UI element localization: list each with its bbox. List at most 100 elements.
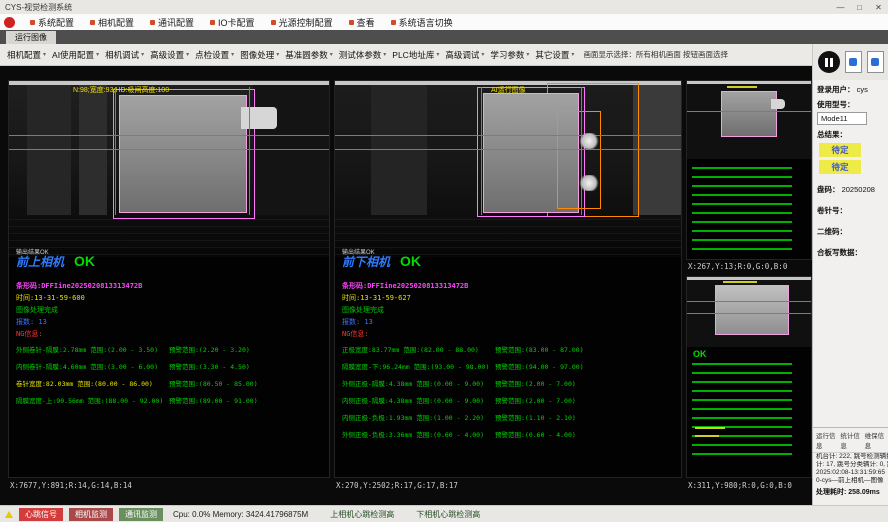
toolbar-other-settings[interactable]: 其它设置▾: [532, 47, 577, 63]
menu-item-camera-config[interactable]: 相机配置: [82, 16, 142, 29]
menu-item-icon: [271, 20, 276, 25]
warn-range: 预警范围:(2.00 - 7.00): [495, 395, 576, 405]
camera-image-front-upper[interactable]: N:98;宽度:93;HD:吸闸高度:100: [9, 81, 329, 257]
bright-spot: [579, 133, 599, 149]
warn-range: 预警范围:(1.10 - 2.10): [495, 412, 576, 422]
chevron-down-icon: ▾: [43, 51, 46, 58]
detected-cell-part: [721, 91, 777, 137]
machine-structure: [335, 219, 681, 257]
measure-line-green: [687, 301, 811, 302]
stats-line: 机台计: 222, 跳号检测辆数: [813, 453, 888, 461]
menu-item-icon: [150, 20, 155, 25]
board-write-label: 合板写数据：: [817, 247, 884, 258]
title-bar: CYS-视觉检测系统 — □ ✕: [0, 0, 888, 15]
stats-line: 0-cys—前上相机—图像: [813, 477, 888, 485]
ng-info-text: NG信息:: [342, 329, 369, 339]
maximize-button[interactable]: □: [850, 0, 869, 14]
camera-image-rear-upper[interactable]: [687, 81, 811, 159]
overlay-measure-text: [695, 435, 719, 437]
menu-item-system-config[interactable]: 系统配置: [22, 16, 82, 29]
measurement-rows: 正极宽度:83.77mm 范围:(82.00 - 88.00)预警范围:(83.…: [335, 342, 681, 444]
menu-item-light-config[interactable]: 光源控制配置: [263, 16, 341, 29]
chevron-down-icon: ▾: [481, 51, 484, 58]
menu-item-icon: [30, 20, 35, 25]
warn-range: 预警范围:(89.00 - 91.00): [169, 395, 258, 405]
camera-image-rear-lower[interactable]: [687, 277, 811, 347]
measure-line-green: [249, 87, 250, 215]
camera-view-rear-lower[interactable]: OK: [686, 276, 812, 478]
measurement-rows: 外侧卷针-隔膜:2.78mm 范围:(2.00 - 3.50)预警范围:(2.2…: [9, 342, 329, 410]
toolbar-label: AI使用配置: [52, 49, 94, 61]
menu-item-label: 系统配置: [38, 16, 74, 29]
toolbar-learning-params[interactable]: 学习参数▾: [487, 47, 532, 63]
toolbar-test-params[interactable]: 测试体参数▾: [336, 47, 390, 63]
machine-structure: [371, 85, 427, 215]
tab-maintenance-info[interactable]: 维保信息: [865, 430, 885, 450]
close-button[interactable]: ✕: [869, 0, 888, 14]
tab-run-info[interactable]: 运行信息: [816, 430, 836, 450]
cpu-memory-text: Cpu: 0.0% Memory: 3424.41796875M: [173, 510, 308, 519]
menu-item-view[interactable]: 查看: [341, 16, 383, 29]
toolbar-label: 高级设置: [150, 49, 184, 61]
menu-item-label: 系统语言切换: [399, 16, 453, 29]
machine-structure: [27, 85, 71, 215]
minimize-button[interactable]: —: [831, 0, 850, 14]
toolbar-image-process[interactable]: 图像处理▾: [237, 47, 282, 63]
total-result-label: 总结果：: [817, 129, 884, 140]
pause-button[interactable]: [818, 51, 840, 73]
measure-line-green: [581, 87, 582, 215]
menu-item-io-config[interactable]: IO卡配置: [202, 16, 263, 29]
camera-view-button-1[interactable]: [845, 51, 862, 73]
model-input[interactable]: Mode11: [817, 112, 867, 125]
roi-outline-orange: [557, 111, 601, 209]
camera-name: 前上相机: [16, 253, 64, 270]
toolbar-baseline-params[interactable]: 基准圆参数▾: [282, 47, 336, 63]
camera-view-front-lower[interactable]: AI运行图像 输出结果OK 前下相机 OK 条形码:DFFIine2025020…: [334, 80, 682, 478]
image-top-strip: [687, 81, 811, 84]
pause-icon: [825, 58, 828, 67]
camera-view-rear-upper[interactable]: [686, 80, 812, 260]
comm-monitor-badge: 通讯监测: [119, 508, 163, 521]
statistics-tabs: 运行信息 统计信息 维保信息: [813, 428, 888, 453]
machine-structure: [79, 85, 107, 215]
status-badge: OK: [400, 253, 421, 269]
app-logo-icon: [4, 17, 15, 28]
status-badge: OK: [74, 253, 95, 269]
process-status-text: 图像处理完成: [16, 305, 58, 315]
measure-value: 外侧正极-负极:3.36mm 范围:(0.60 - 4.00): [342, 429, 484, 439]
overlay-measure-text: [723, 281, 757, 283]
toolbar-camera-debug[interactable]: 相机调试▾: [102, 47, 147, 63]
menu-item-comm-config[interactable]: 通讯配置: [142, 16, 202, 29]
tray-code-value: 20250208: [842, 185, 875, 194]
measure-value: 隔膜宽度-上:90.56mm 范围:(88.00 - 92.00): [16, 395, 163, 405]
camera-image-front-lower[interactable]: AI运行图像: [335, 81, 681, 257]
warning-icon: [5, 511, 13, 518]
part-connector: [241, 107, 277, 129]
statistics-panel: 运行信息 统计信息 维保信息 机台计: 222, 跳号检测辆数 计: 17, 跳…: [813, 427, 888, 505]
tab-run-image[interactable]: 运行图像: [6, 31, 56, 44]
toolbar-ai-config[interactable]: AI使用配置▾: [49, 47, 102, 63]
toolbar-advanced-debug[interactable]: 高级调试▾: [442, 47, 487, 63]
measurement-row: 内侧正极-隔膜:4.38mm 范围:(0.00 - 9.00)预警范围:(2.0…: [335, 393, 681, 410]
upper-camera-heartbeat-text: 上相机心跳检测高: [330, 509, 394, 520]
measurement-text-lines: [692, 167, 792, 251]
chevron-down-icon: ▾: [96, 51, 99, 58]
menu-item-icon: [90, 20, 95, 25]
camera-view-button-2[interactable]: [867, 51, 884, 73]
menu-item-language[interactable]: 系统语言切换: [383, 16, 461, 29]
menu-item-icon: [349, 20, 354, 25]
menu-item-label: 通讯配置: [158, 16, 194, 29]
tab-stats-info[interactable]: 统计信息: [840, 430, 860, 450]
ng-info-text: NG信息:: [16, 329, 43, 339]
toolbar-plc-address[interactable]: PLC地址库▾: [389, 47, 442, 63]
toolbar-advanced-settings[interactable]: 高级设置▾: [147, 47, 192, 63]
measure-value: 隔膜宽度-下:96.24mm 范围:(93.00 - 98.00): [342, 361, 489, 371]
pixel-coords-readout: X:7677,Y:891;R:14,G:14,B:14: [10, 481, 132, 490]
camera-view-front-upper[interactable]: N:98;宽度:93;HD:吸闸高度:100 输出结果OK 前上相机 OK 条形…: [8, 80, 330, 478]
model-label: 使用型号：: [817, 99, 884, 110]
toolbar-camera-config[interactable]: 相机配置▾: [4, 47, 49, 63]
menu-item-label: 相机配置: [98, 16, 134, 29]
toolbar-label: 图像处理: [240, 49, 274, 61]
toolbar-label: 相机调试: [105, 49, 139, 61]
toolbar-spot-check[interactable]: 点检设置▾: [192, 47, 237, 63]
